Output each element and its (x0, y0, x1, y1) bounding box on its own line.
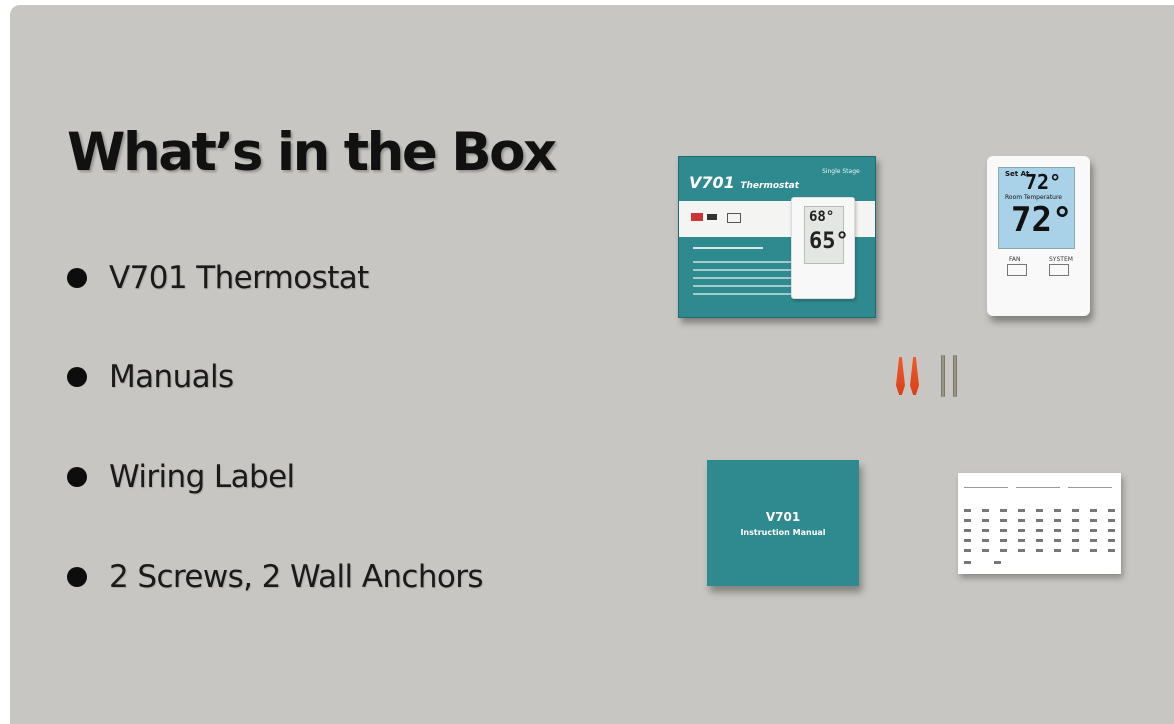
box-subtitle: Thermostat (740, 181, 800, 191)
list-item-label: Wiring Label (109, 459, 295, 495)
box-title: V701 Thermostat (689, 173, 799, 192)
room-temp-value: 72° (1011, 200, 1073, 240)
instruction-manual-image: V701 Instruction Manual (707, 460, 859, 586)
system-switch (1049, 264, 1069, 276)
thermostat-unit-image: Set At 72° Room Temperature 72° FAN SYST… (987, 156, 1090, 316)
wall-anchor-icon (896, 357, 905, 395)
thermostat-box-image: V701 Thermostat Single Stage 68° 65° (678, 156, 876, 318)
screw-icon (941, 355, 945, 397)
list-item: Wiring Label (67, 457, 295, 497)
wiring-label-image (958, 473, 1121, 574)
battery-icon (727, 213, 741, 223)
manual-subtitle: Instruction Manual (740, 528, 826, 537)
screw-icon (953, 355, 957, 397)
box-thermostat-screen: 68° 65° (804, 206, 849, 264)
bullet-icon (67, 467, 87, 487)
list-item-label: Manuals (109, 359, 234, 395)
power-icon (691, 213, 703, 221)
manual-title: V701 (765, 510, 801, 524)
box-thermostat-picture: 68° 65° (791, 197, 855, 299)
fan-switch (1007, 264, 1027, 276)
slide: What’s in the Box V701 Thermostat Manual… (10, 5, 1174, 724)
box-feature-lines (693, 247, 793, 301)
wall-anchor-icon (910, 357, 919, 395)
box-set-temp: 68° (809, 209, 835, 225)
list-item-label: 2 Screws, 2 Wall Anchors (109, 559, 484, 595)
system-label: SYSTEM (1049, 256, 1073, 263)
bullet-icon (67, 567, 87, 587)
wire-icon (707, 214, 717, 220)
fan-label: FAN (1009, 256, 1021, 263)
bullet-icon (67, 367, 87, 387)
box-model: V701 (689, 173, 735, 192)
list-item: Manuals (67, 357, 234, 397)
box-room-temp: 65° (809, 229, 849, 254)
list-item: V701 Thermostat (67, 258, 369, 298)
box-tagline: Single Stage (822, 168, 860, 175)
set-at-value: 72° (1025, 170, 1062, 194)
list-item: 2 Screws, 2 Wall Anchors (67, 557, 484, 597)
list-item-label: V701 Thermostat (109, 260, 369, 296)
slide-title: What’s in the Box (67, 122, 557, 183)
bullet-icon (67, 268, 87, 288)
thermostat-screen: Set At 72° Room Temperature 72° (998, 167, 1075, 249)
